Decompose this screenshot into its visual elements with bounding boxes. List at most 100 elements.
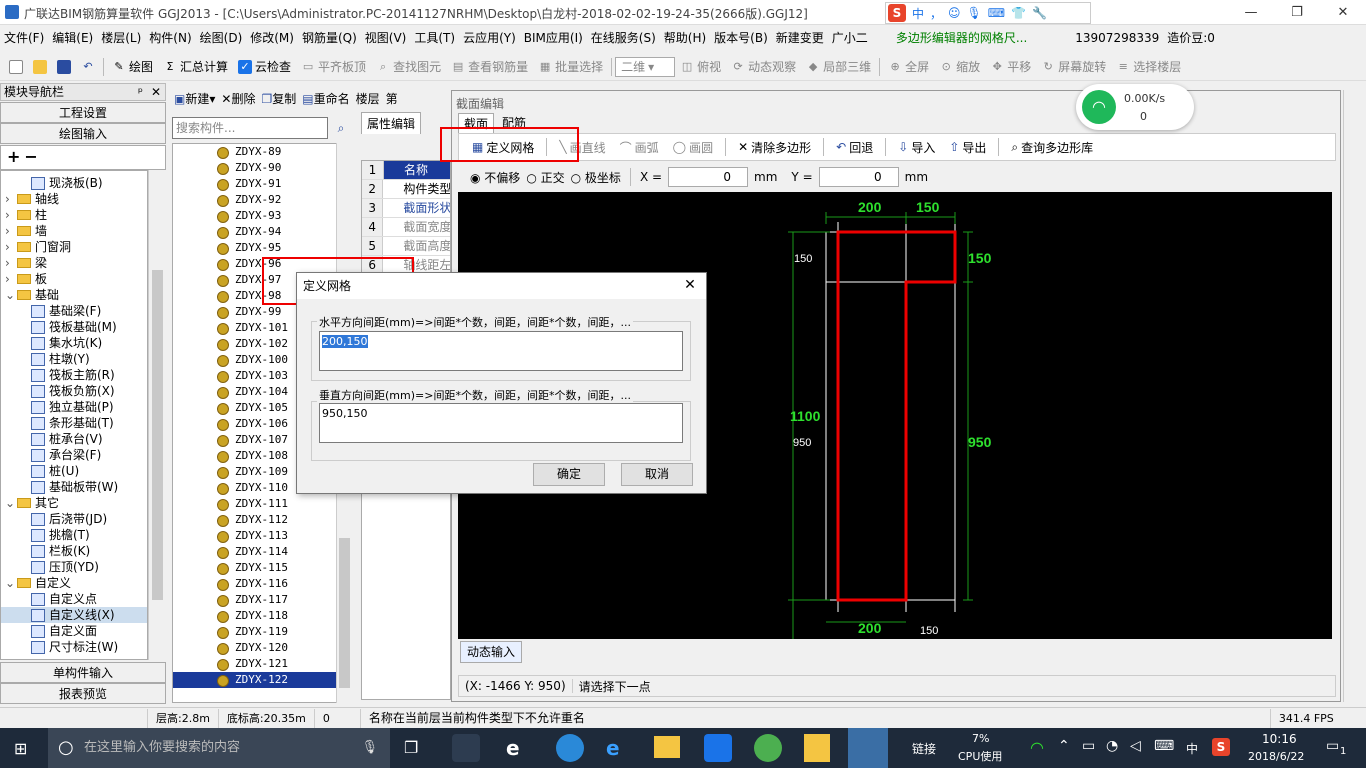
windows-start-icon[interactable]: ⊞ [14,740,32,758]
menu-user-phone[interactable]: 13907298339 [1071,31,1163,45]
tree-item[interactable]: 桩(U) [1,463,147,479]
summary-calc-button[interactable]: Σ 汇总计算 [158,58,233,75]
component-list-item[interactable]: ZDYX-120 [173,640,351,656]
tree-item[interactable]: 基础梁(F) [1,303,147,319]
tree-item[interactable]: 栏板(K) [1,543,147,559]
pin-icon[interactable]: ᵖ [138,84,143,100]
menu-component[interactable]: 构件(N) [145,29,195,46]
file-explorer-icon[interactable] [654,736,680,758]
menu-file[interactable]: 文件(F) [0,29,48,46]
active-app-icon[interactable] [848,728,888,768]
tree-item[interactable]: 自定义点 [1,591,147,607]
microphone-icon[interactable]: 🎙 [361,728,378,768]
local-3d-button[interactable]: ◆ 局部三维 [801,58,876,75]
edge-icon[interactable]: e [506,736,520,760]
tree-item[interactable]: › 墙 [1,223,147,239]
floor-button[interactable]: 楼层 [356,90,380,107]
component-list-item[interactable]: ZDYX-118 [173,608,351,624]
menu-help[interactable]: 帮助(H) [660,29,710,46]
tree-scrollbar[interactable] [148,170,166,660]
menu-rebar-qty[interactable]: 钢筋量(Q) [298,29,361,46]
tree-item[interactable]: › 板 [1,271,147,287]
tray-sogou-icon[interactable]: S [1212,738,1230,756]
tree-item[interactable]: 集水坑(K) [1,335,147,351]
menu-new-change[interactable]: 新建变更 [772,29,828,46]
notes-icon[interactable] [804,734,830,762]
component-list-item[interactable]: ZDYX-89 [173,144,351,160]
property-row[interactable]: 5 截面高度 [362,237,450,256]
tree-expander-icon[interactable]: › [5,207,17,223]
select-floor-button[interactable]: ≡ 选择楼层 [1111,58,1186,75]
new-component-button[interactable]: ▣新建▾ [174,90,215,107]
tree-item[interactable]: 尺寸标注(W) [1,639,147,655]
clear-polygon-button[interactable]: ✕ 清除多边形 [733,139,816,156]
task-view-icon[interactable]: ❐ [404,738,418,757]
property-row[interactable]: 2 构件类型 [362,180,450,199]
notification-icon[interactable]: ▭ [1326,738,1339,754]
draw-button[interactable]: ✎ 绘图 [107,58,158,75]
step-back-button[interactable]: ↶ 回退 [831,139,878,156]
ime-tools-icon[interactable]: 🔧 [1032,6,1047,20]
ime-lang[interactable]: 中 [912,5,924,22]
tab-property-edit[interactable]: 属性编辑 [361,112,421,134]
y-input[interactable]: 0 [818,167,899,187]
tree-item[interactable]: 基础板带(W) [1,479,147,495]
menu-coins[interactable]: 造价豆:0 [1163,29,1219,46]
tree-expander-icon[interactable]: › [5,255,17,271]
tree-item[interactable]: 独立基础(P) [1,399,147,415]
taskbar-search-box[interactable]: ○ 在这里输入你要搜索的内容 🎙 [48,728,390,768]
draw-circle-button[interactable]: ◯ 画圆 [668,139,718,156]
glodon-icon[interactable] [704,734,732,762]
menu-view[interactable]: 视图(V) [361,29,411,46]
ime-keyboard-icon[interactable]: ⌨ [988,6,1005,20]
menu-version[interactable]: 版本号(B) [710,29,772,46]
dynamic-input-button[interactable]: 动态输入 [460,641,522,663]
tree-item[interactable]: 挑檐(T) [1,527,147,543]
menu-bim[interactable]: BIM应用(I) [520,29,587,46]
tree-item[interactable]: 条形基础(T) [1,415,147,431]
component-list-item[interactable]: ZDYX-93 [173,208,351,224]
draw-arc-button[interactable]: ⌒ 画弧 [615,139,664,156]
component-list-item[interactable]: ZDYX-91 [173,176,351,192]
tree-item[interactable]: 自定义线(X) [1,607,147,623]
sogou-icon[interactable]: S [888,4,906,22]
view-rebar-qty-button[interactable]: ▤ 查看钢筋量 [446,58,533,75]
tree-item[interactable]: › 门窗洞 [1,239,147,255]
collapse-all-icon[interactable]: − [24,147,37,166]
ime-emoji-icon[interactable]: ☺ [948,6,961,20]
copy-component-button[interactable]: ❐复制 [261,90,296,107]
find-element-button[interactable]: ⌕ 查找图元 [371,58,446,75]
rename-component-button[interactable]: ▤重命名 [302,90,349,107]
menu-floor[interactable]: 楼层(L) [97,29,145,46]
component-list-item[interactable]: ZDYX-90 [173,160,351,176]
horizontal-spacing-input[interactable]: 200,150 [319,331,683,371]
dialog-close-icon[interactable]: ✕ [681,277,699,295]
property-row[interactable]: 3 截面形状 [362,199,450,218]
tree-expander-icon[interactable]: ⌄ [5,287,17,303]
menu-edit[interactable]: 编辑(E) [48,29,97,46]
tree-expander-icon[interactable]: › [5,191,17,207]
new-file-button[interactable] [4,59,28,74]
tree-expander-icon[interactable]: › [5,271,17,287]
ime-punct[interactable]: ， [930,5,942,22]
tree-item[interactable]: › 柱 [1,207,147,223]
tree-item[interactable]: ⌄ 其它 [1,495,147,511]
component-list-item[interactable]: ZDYX-113 [173,528,351,544]
editor-scrollbar[interactable] [1343,90,1359,702]
component-list-item[interactable]: ZDYX-95 [173,240,351,256]
menu-online[interactable]: 在线服务(S) [587,29,660,46]
x-input[interactable]: 0 [668,167,749,187]
orbit-button[interactable]: ⟳ 动态观察 [726,58,801,75]
tree-item[interactable]: 压顶(YD) [1,559,147,575]
close-icon[interactable]: ✕ [151,84,161,100]
open-file-button[interactable] [28,59,52,74]
ie-icon[interactable]: e [606,736,620,760]
tree-item[interactable]: 后浇带(JD) [1,511,147,527]
tree-item[interactable]: 柱墩(Y) [1,351,147,367]
sort-button[interactable]: 第 [386,90,398,107]
property-row[interactable]: 1 名称 [362,161,450,180]
restore-button[interactable]: ❐ [1274,0,1320,25]
radio-polar[interactable]: ○ 极坐标 [571,169,621,186]
query-polygon-lib-button[interactable]: ⌕ 查询多边形库 [1006,139,1098,156]
menu-guang-xiaoer[interactable]: 广小二 [828,29,872,46]
